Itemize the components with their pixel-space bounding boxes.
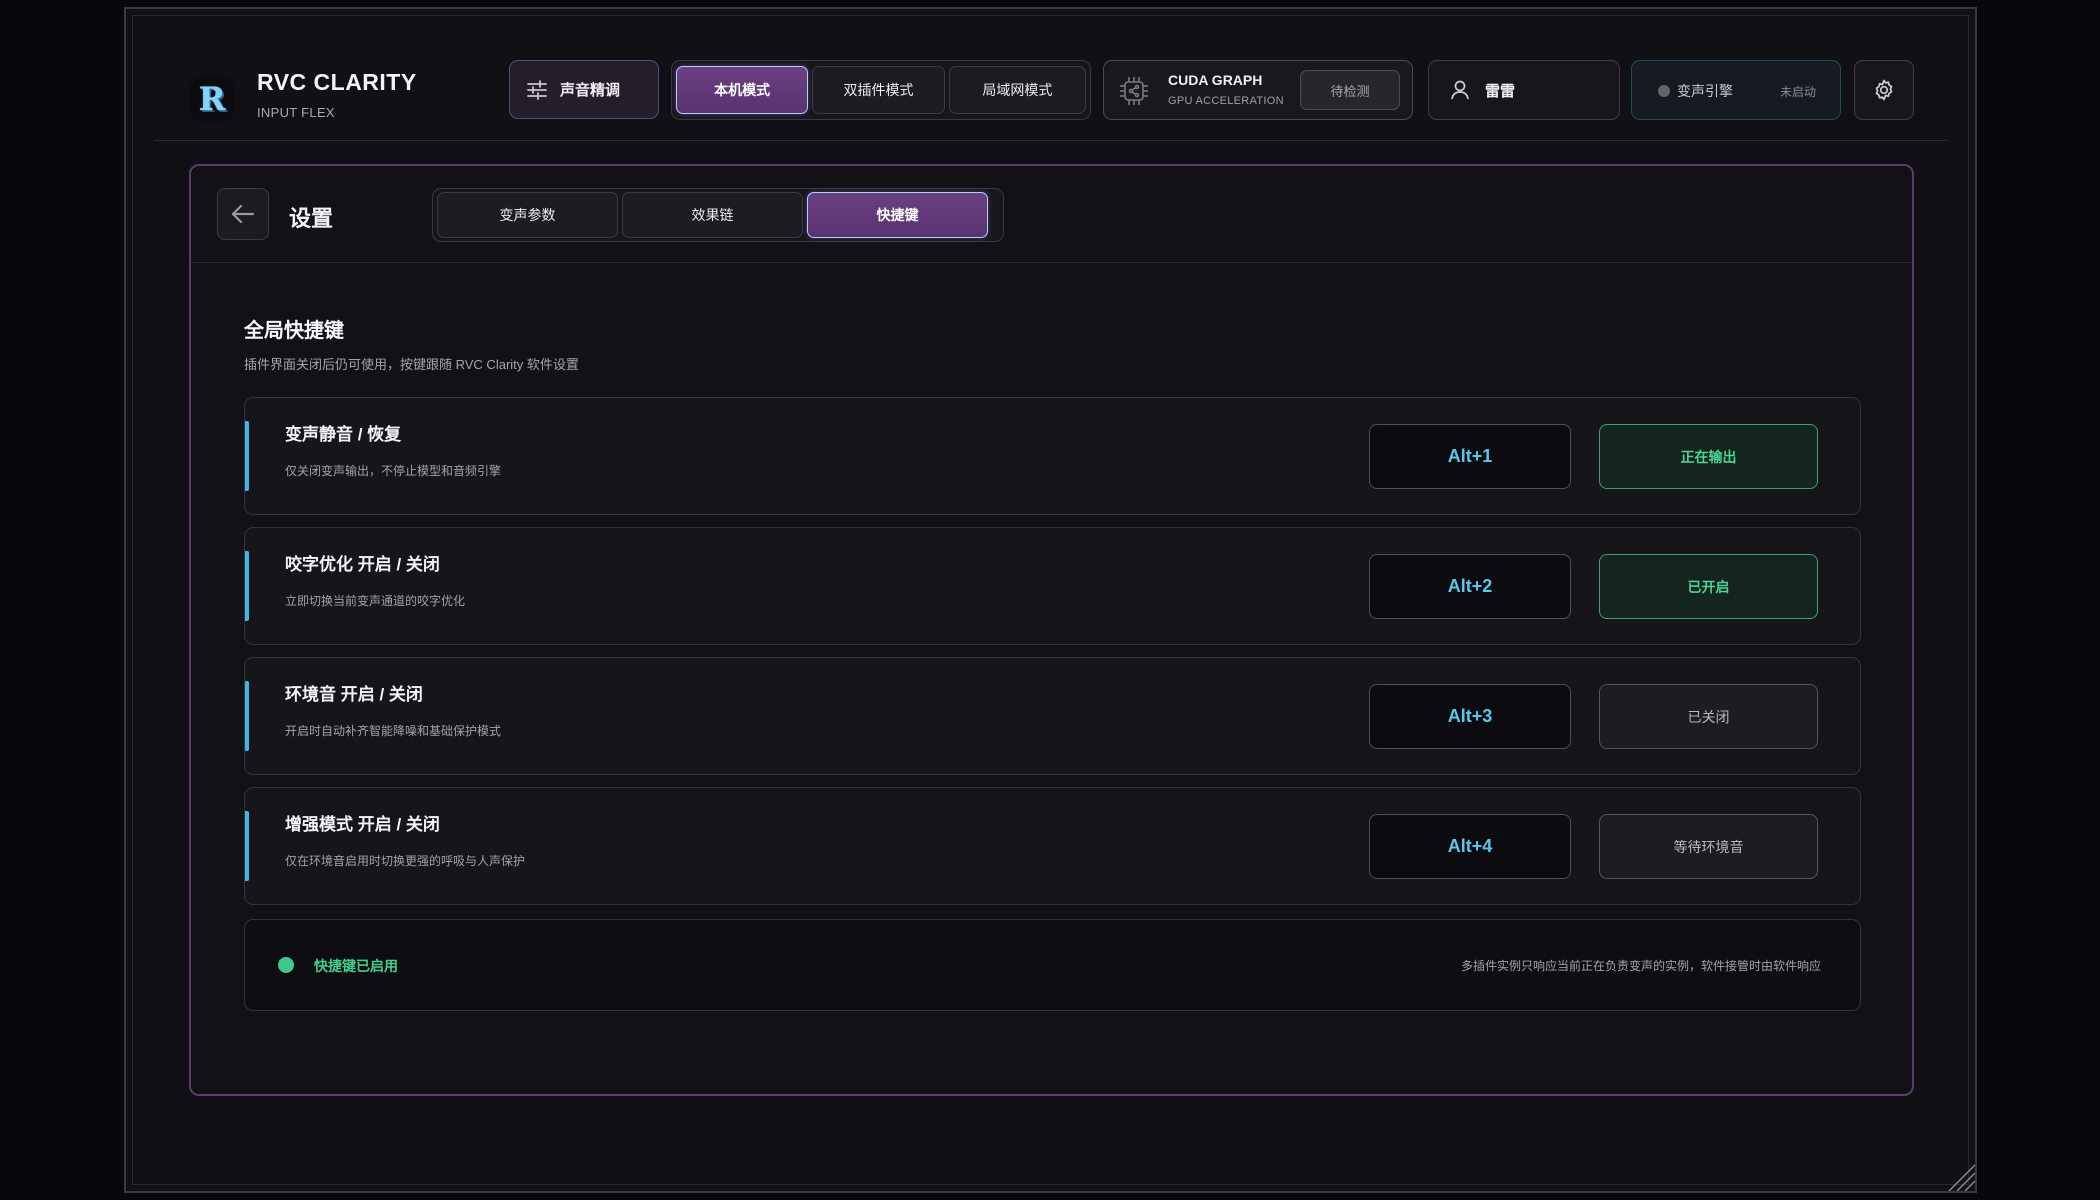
arrow-left-icon [231,204,255,224]
row-accent-bar [245,811,249,881]
section-title: 全局快捷键 [244,320,344,342]
hotkey-title: 咬字优化 开启 / 关闭 [285,555,440,574]
hotkey-state-button[interactable]: 等待环境音 [1599,814,1818,879]
chip-icon [1120,77,1148,105]
hotkey-row: 变声静音 / 恢复 仅关闭变声输出，不停止模型和音频引擎 Alt+1 正在输出 [244,397,1861,515]
app-subtitle: INPUT FLEX [257,105,335,120]
app-title: RVC CLARITY [257,69,417,95]
hotkey-key-button[interactable]: Alt+2 [1369,554,1571,619]
tab-voice-params[interactable]: 变声参数 [437,192,618,238]
top-bar: R RVC CLARITY INPUT FLEX 声音精调 本机模式 双插件模式… [126,9,1975,149]
row-accent-bar [245,421,249,491]
settings-tabs: 变声参数 效果链 快捷键 [432,188,1004,242]
status-text: 快捷键已启用 [314,958,398,974]
voice-engine-status[interactable]: 变声引擎 未启动 [1631,60,1841,120]
voice-tune-button[interactable]: 声音精调 [509,60,659,119]
back-button[interactable] [217,188,269,240]
engine-status-text: 未启动 [1779,85,1816,99]
user-account[interactable]: 雷雷 [1428,60,1620,120]
corner-decoration [1948,1164,1975,1191]
row-accent-bar [245,681,249,751]
gear-icon [1875,79,1893,101]
hotkey-description: 开启时自动补齐智能降噪和基础保护模式 [285,724,502,738]
sliders-icon [527,79,547,100]
status-dot [278,957,294,973]
row-accent-bar [245,551,249,621]
app-logo: R [190,77,234,121]
hotkey-key-button[interactable]: Alt+3 [1369,684,1571,749]
tab-hotkeys[interactable]: 快捷键 [807,192,988,238]
hotkey-row: 咬字优化 开启 / 关闭 立即切换当前变声通道的咬字优化 Alt+2 已开启 [244,527,1861,645]
settings-button[interactable] [1854,60,1914,120]
tab-effects-chain[interactable]: 效果链 [622,192,803,238]
user-name: 雷雷 [1485,82,1516,100]
cuda-subtitle: GPU ACCELERATION [1168,95,1284,107]
cuda-graph-panel: CUDA GRAPH GPU ACCELERATION 待检测 [1103,60,1413,120]
hotkey-row: 增强模式 开启 / 关闭 仅在环境音启用时切换更强的呼吸与人声保护 Alt+4 … [244,787,1861,905]
mode-switcher: 本机模式 双插件模式 局域网模式 [671,60,1091,120]
cuda-detect-button[interactable]: 待检测 [1300,70,1400,110]
settings-panel: 设置 变声参数 效果链 快捷键 全局快捷键 插件界面关闭后仍可使用，按键跟随 R… [189,164,1914,1096]
settings-title: 设置 [289,206,334,231]
hotkey-key-button[interactable]: Alt+1 [1369,424,1571,489]
section-subtitle: 插件界面关闭后仍可使用，按键跟随 RVC Clarity 软件设置 [244,357,579,372]
hotkey-title: 变声静音 / 恢复 [285,425,402,444]
hotkey-title: 增强模式 开启 / 关闭 [285,815,440,834]
hotkey-state-button[interactable]: 正在输出 [1599,424,1818,489]
mode-lan[interactable]: 局域网模式 [948,66,1086,114]
status-note: 多插件实例只响应当前正在负责变声的实例，软件接管时由软件响应 [1460,959,1821,973]
hotkey-title: 环境音 开启 / 关闭 [285,685,423,704]
engine-status-dot [1658,85,1670,97]
hotkey-state-button[interactable]: 已关闭 [1599,684,1818,749]
hotkey-description: 仅在环境音启用时切换更强的呼吸与人声保护 [285,854,526,868]
panel-divider [191,262,1912,263]
mode-local[interactable]: 本机模式 [676,66,809,114]
hotkey-state-button[interactable]: 已开启 [1599,554,1818,619]
engine-label: 变声引擎 [1677,83,1733,99]
hotkey-key-button[interactable]: Alt+4 [1369,814,1571,879]
hotkey-description: 仅关闭变声输出，不停止模型和音频引擎 [285,464,502,478]
hotkey-status-bar: 快捷键已启用 多插件实例只响应当前正在负责变声的实例，软件接管时由软件响应 [244,919,1861,1011]
cuda-title: CUDA GRAPH [1168,72,1263,88]
hotkey-row: 环境音 开启 / 关闭 开启时自动补齐智能降噪和基础保护模式 Alt+3 已关闭 [244,657,1861,775]
mode-dual-plugin[interactable]: 双插件模式 [812,66,945,114]
voice-tune-label: 声音精调 [560,82,621,99]
app-window: R RVC CLARITY INPUT FLEX 声音精调 本机模式 双插件模式… [124,7,1977,1193]
user-icon [1451,80,1469,100]
header-divider [154,140,1947,141]
hotkey-description: 立即切换当前变声通道的咬字优化 [285,594,466,608]
